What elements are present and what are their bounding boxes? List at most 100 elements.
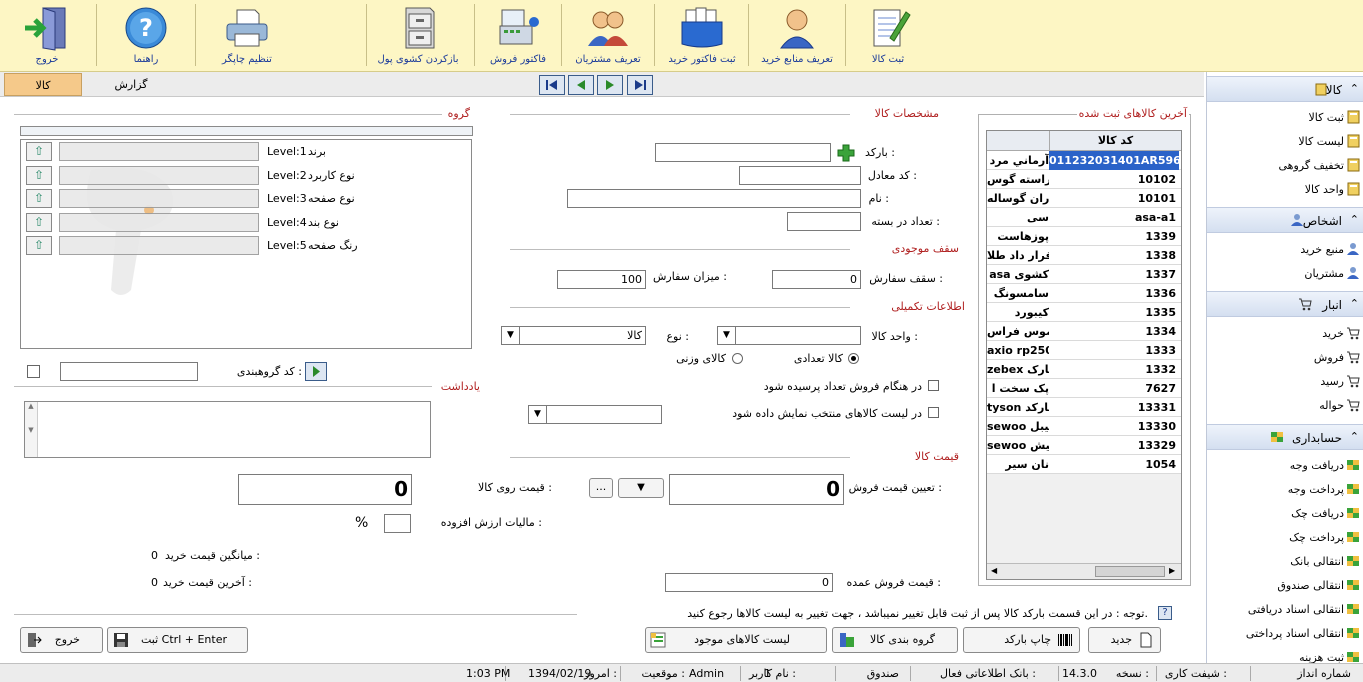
grid-header-code[interactable]: کد کالا [1049,131,1181,151]
table-row[interactable]: نان سیر 1054 [987,455,1181,474]
arrow-up-icon[interactable]: ⇧ [26,165,52,185]
weight-radio[interactable] [732,353,743,364]
sidebar-item[interactable]: خرید [1207,324,1363,344]
table-row[interactable]: سی asa-a1 [987,208,1181,227]
table-row[interactable]: sewoo لیبل 13330 [987,417,1181,436]
barcode-input[interactable] [655,143,831,162]
table-row[interactable]: پک سخت ا 7627 [987,379,1181,398]
help-button[interactable]: ? راهنما [104,2,188,70]
unit-select[interactable]: ▼ [717,326,861,345]
arrow-up-icon[interactable]: ⇧ [26,212,52,232]
table-row[interactable]: آرماني مرد 011232031401AR596 [987,151,1181,170]
printer-settings-button[interactable]: تنظیم چاپگر [200,2,294,70]
type-select[interactable]: ▼ کالا [501,326,646,345]
sidebar-store-header[interactable]: انبار ⌃ [1207,291,1363,317]
group-level-input[interactable] [59,212,259,232]
scroll-right-icon[interactable]: ▶ [1169,566,1175,575]
table-row[interactable]: کیبورد 1335 [987,303,1181,322]
group-code-go-button[interactable] [305,362,327,381]
sidebar-accounting-header[interactable]: حسابداری ⌃ [1207,424,1363,450]
tab-goods[interactable]: کالا [4,73,82,96]
table-row[interactable]: ران گوساله 10101 [987,189,1181,208]
sidebar-goods-header[interactable]: کالا ⌃ [1207,76,1363,102]
define-suppliers-button[interactable]: تعریف منابع خرید [752,2,842,70]
sidebar-item[interactable]: واحد کالا [1207,180,1363,200]
last-record-button[interactable] [627,75,653,95]
sidebar-item[interactable]: انتقالی صندوق [1207,576,1363,596]
group-code-input[interactable] [60,362,198,381]
tab-report[interactable]: گزارش [88,73,174,96]
table-row[interactable]: راسته گوس 10102 [987,170,1181,189]
table-row[interactable]: sewoo فیش 13329 [987,436,1181,455]
table-row[interactable]: asa کشوی 1337 [987,265,1181,284]
grid-horizontal-scrollbar[interactable]: ◀ ▶ [987,563,1181,579]
arrow-up-icon[interactable]: ⇧ [26,142,52,161]
face-price-input[interactable]: 0 [238,474,412,505]
group-goods-button[interactable]: گروه بندی کالا [832,627,958,653]
sidebar-item[interactable]: ثبت کالا [1207,108,1363,128]
notes-scrollbar[interactable]: ▲ ▼ [25,402,38,457]
sidebar-item[interactable]: فروش [1207,348,1363,368]
table-row[interactable]: قرار داد طلا 1338 [987,246,1181,265]
group-level-input[interactable] [59,142,259,161]
define-customers-button[interactable]: تعریف مشتریان [565,2,651,70]
sidebar-item[interactable]: تخفیف گروهی [1207,156,1363,176]
table-row[interactable]: سامسونگ 1336 [987,284,1181,303]
group-level-input[interactable] [59,189,259,208]
sidebar-item[interactable]: پرداخت وجه [1207,480,1363,500]
sidebar-item[interactable]: دریافت وجه [1207,456,1363,476]
notes-textarea[interactable]: ▲ ▼ [24,401,431,458]
add-barcode-button[interactable] [837,144,855,162]
ask-qty-checkbox[interactable] [928,380,939,391]
sidebar-item[interactable]: دریافت چک [1207,504,1363,524]
group-code-checkbox[interactable] [27,365,40,378]
next-record-button[interactable] [597,75,623,95]
sidebar-item[interactable]: منبع خرید [1207,240,1363,260]
stock-list-button[interactable]: لیست کالاهای موجود [645,627,827,653]
sidebar-persons-header[interactable]: اشخاص ⌃ [1207,207,1363,233]
table-row[interactable]: tyson بارکد 13331 [987,398,1181,417]
latest-goods-grid[interactable]: کد کالا آرماني مرد 011232031401AR596 راسته… [986,130,1182,580]
qty-in-pack-input[interactable] [787,212,861,231]
register-purchase-invoice-button[interactable]: ثبت فاکتور خرید [658,2,746,70]
first-record-button[interactable] [539,75,565,95]
table-row[interactable]: پوزهاست 1339 [987,227,1181,246]
arrow-up-icon[interactable]: ⇧ [26,189,52,208]
new-button[interactable]: جدید [1088,627,1161,653]
vat-input[interactable] [384,514,411,533]
equiv-code-input[interactable] [739,166,861,185]
sidebar-item[interactable]: پرداخت چک [1207,528,1363,548]
order-ceiling-input[interactable]: 0 [772,270,861,289]
previous-record-button[interactable] [568,75,594,95]
sale-price-input[interactable]: 0 [669,474,844,505]
table-row[interactable]: axio rp250 1333 [987,341,1181,360]
price-dropdown-button[interactable]: ▼ [618,478,664,498]
sidebar-item[interactable]: مشتریان [1207,264,1363,284]
sidebar-item[interactable]: لیست کالا [1207,132,1363,152]
name-input[interactable] [567,189,861,208]
show-selected-checkbox[interactable] [928,407,939,418]
more-button[interactable]: ... [589,478,613,498]
group-level-input[interactable] [59,165,259,185]
selected-list-select[interactable]: ▼ [528,405,662,424]
exit-button[interactable]: خروج [20,627,103,653]
table-row[interactable]: موس فراس 1334 [987,322,1181,341]
scrollbar-thumb[interactable] [1095,566,1165,577]
open-cash-drawer-button[interactable]: بازکردن کشوی پول [370,2,466,70]
exit-toolbar-button[interactable]: خروج [8,2,86,70]
group-level-input[interactable] [59,236,259,255]
sidebar-item[interactable]: انتقالی بانک [1207,552,1363,572]
sidebar-item[interactable]: انتقالی اسناد دریافتی [1207,600,1363,620]
sidebar-item[interactable]: رسید [1207,372,1363,392]
sales-invoice-button[interactable]: فاکتور فروش [478,2,558,70]
print-barcode-button[interactable]: چاپ بارکد [963,627,1080,653]
sidebar-item[interactable]: حواله [1207,396,1363,416]
table-row[interactable]: zebex بارک 1332 [987,360,1181,379]
order-amount-input[interactable]: 100 [557,270,646,289]
save-button[interactable]: ثبت Ctrl + Enter [107,627,248,653]
wholesale-input[interactable]: 0 [665,573,833,592]
register-goods-button[interactable]: ثبت کالا [848,2,928,70]
count-radio[interactable] [848,353,859,364]
arrow-up-icon[interactable]: ⇧ [26,236,52,255]
sidebar-item[interactable]: انتقالی اسناد پرداختی [1207,624,1363,644]
